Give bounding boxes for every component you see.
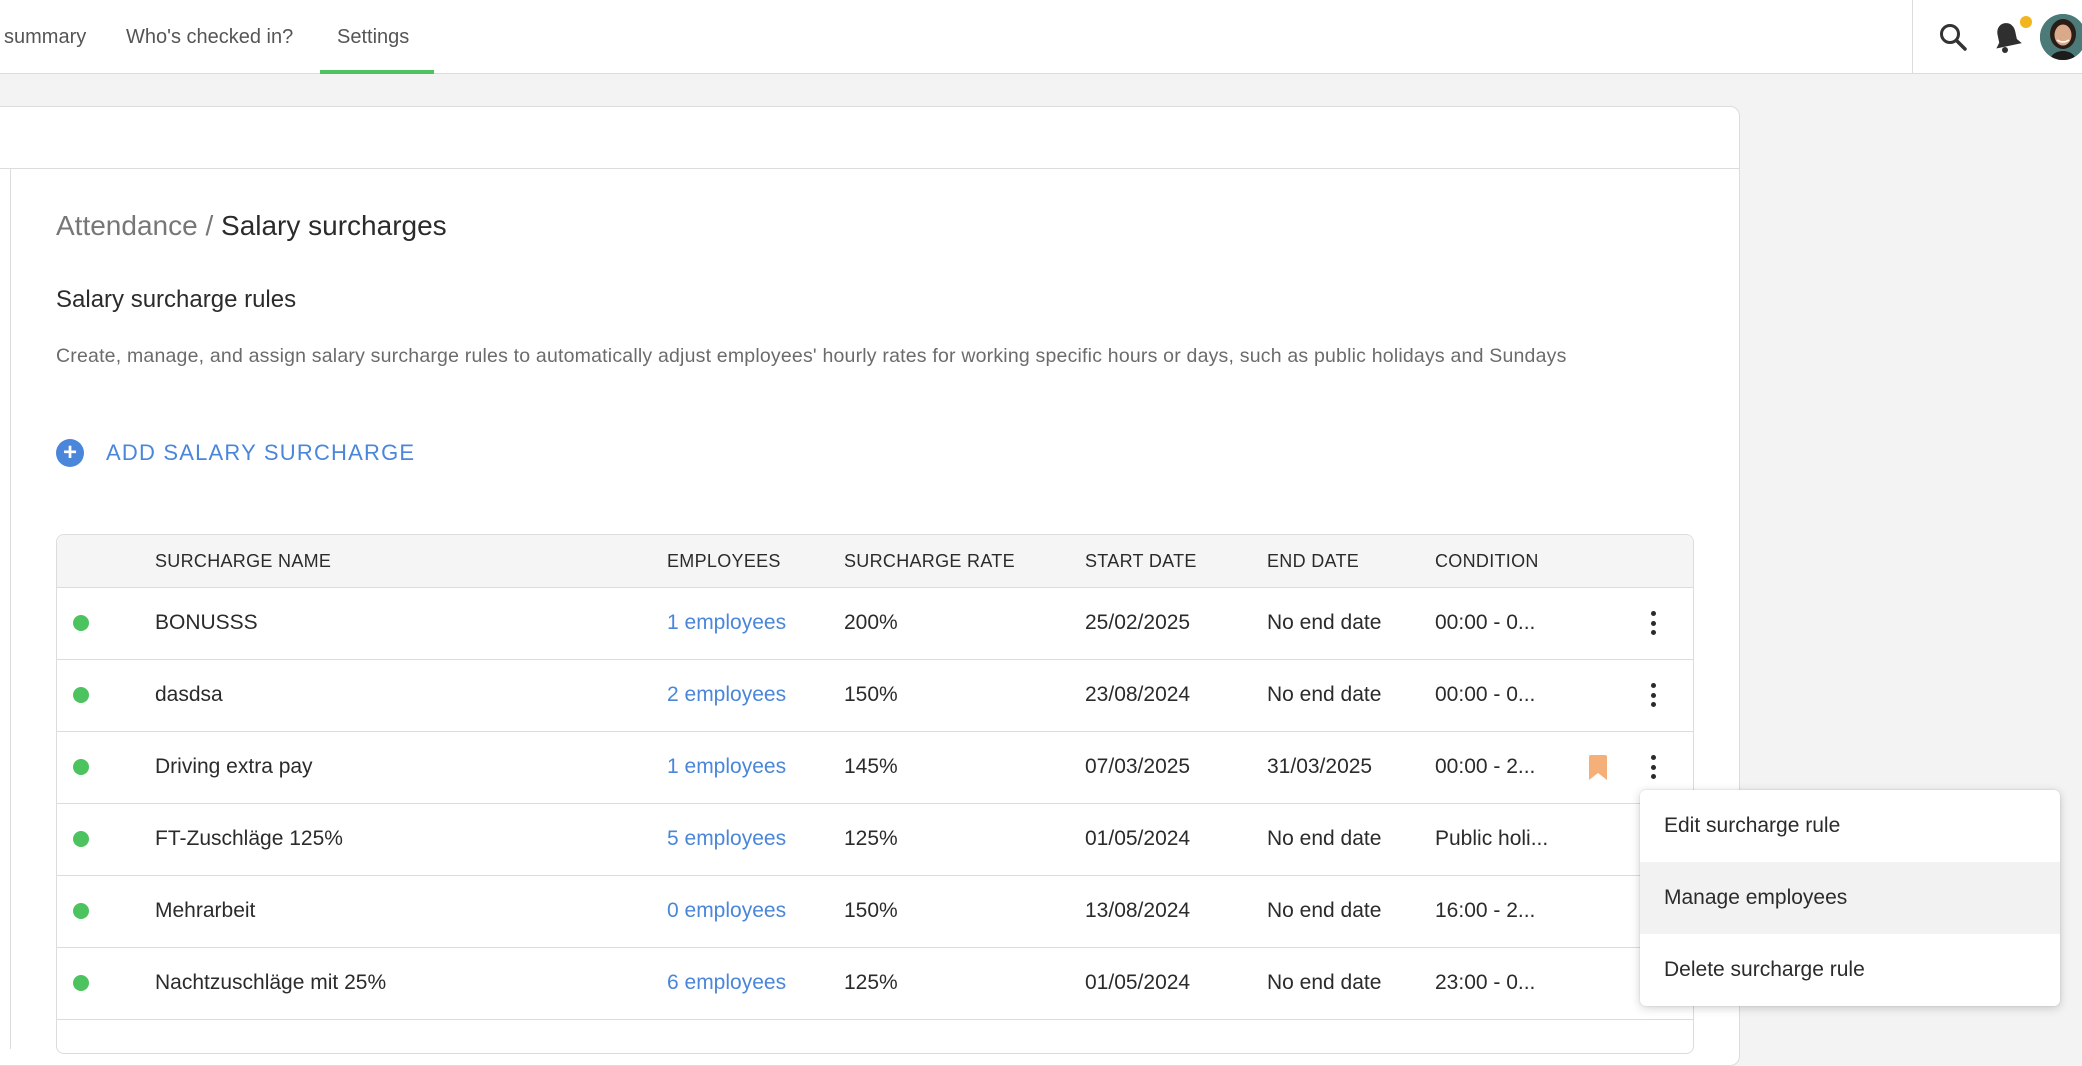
search-icon[interactable] — [1938, 22, 1968, 57]
table-row[interactable]: Driving extra pay 1 employees 145% 07/03… — [57, 731, 1693, 804]
surcharge-name: Mehrarbeit — [155, 899, 256, 922]
employees-link[interactable]: 6 employees — [667, 947, 786, 1019]
end-date: No end date — [1267, 827, 1382, 850]
employees-link[interactable]: 2 employees — [667, 659, 786, 731]
card-header-divider — [0, 168, 1740, 169]
status-active-dot — [73, 903, 89, 919]
surcharge-name: BONUSSS — [155, 611, 258, 634]
surcharge-rate: 150% — [844, 683, 898, 706]
column-header-employees: EMPLOYEES — [667, 551, 781, 571]
surcharge-name: dasdsa — [155, 683, 223, 706]
table-header: SURCHARGE NAME EMPLOYEES SURCHARGE RATE … — [57, 535, 1693, 588]
start-date: 07/03/2025 — [1085, 755, 1191, 778]
end-date: No end date — [1267, 683, 1382, 706]
condition: 00:00 - 0... — [1435, 611, 1536, 634]
surcharge-table: SURCHARGE NAME EMPLOYEES SURCHARGE RATE … — [56, 534, 1694, 1054]
add-salary-surcharge-button[interactable]: + ADD SALARY SURCHARGE — [56, 436, 415, 470]
end-date: No end date — [1267, 899, 1382, 922]
column-header-condition: CONDITION — [1435, 551, 1539, 571]
end-date: No end date — [1267, 971, 1382, 994]
tab-settings[interactable]: Settings — [337, 0, 409, 74]
table-row[interactable]: BONUSSS 1 employees 200% 25/02/2025 No e… — [57, 587, 1693, 660]
start-date: 23/08/2024 — [1085, 683, 1191, 706]
start-date: 13/08/2024 — [1085, 899, 1191, 922]
employees-link[interactable]: 5 employees — [667, 803, 786, 875]
start-date: 01/05/2024 — [1085, 971, 1191, 994]
left-rail-divider — [10, 169, 11, 1049]
breadcrumb: Attendance / Salary surcharges — [56, 210, 447, 242]
column-header-start-date: START DATE — [1085, 551, 1197, 571]
breadcrumb-current: Salary surcharges — [221, 210, 447, 241]
more-options-icon[interactable] — [1643, 681, 1663, 709]
table-row[interactable]: Nachtzuschläge mit 25% 6 employees 125% … — [57, 947, 1693, 1020]
condition: 00:00 - 2... — [1435, 755, 1536, 778]
status-active-dot — [73, 759, 89, 775]
bookmark-icon[interactable] — [1587, 755, 1609, 786]
surcharge-rate: 125% — [844, 827, 898, 850]
condition: Public holi... — [1435, 827, 1549, 850]
plus-circle-icon: + — [56, 439, 84, 467]
section-description: Create, manage, and assign salary surcha… — [56, 345, 1567, 367]
tab-summary[interactable]: summary — [4, 0, 86, 74]
bell-icon[interactable] — [1992, 20, 2022, 59]
notification-badge — [2020, 16, 2032, 28]
status-active-dot — [73, 687, 89, 703]
menu-item-edit-surcharge-rule[interactable]: Edit surcharge rule — [1640, 790, 2060, 862]
surcharge-rate: 145% — [844, 755, 898, 778]
topbar-divider — [1912, 0, 1913, 74]
status-active-dot — [73, 975, 89, 991]
surcharge-name: Nachtzuschläge mit 25% — [155, 971, 387, 994]
tab-whos-checked-in[interactable]: Who's checked in? — [126, 0, 293, 74]
end-date: 31/03/2025 — [1267, 755, 1373, 778]
add-salary-surcharge-label: ADD SALARY SURCHARGE — [106, 440, 416, 465]
surcharge-name: Driving extra pay — [155, 755, 313, 778]
menu-item-delete-surcharge-rule[interactable]: Delete surcharge rule — [1640, 934, 2060, 1006]
end-date: No end date — [1267, 611, 1382, 634]
table-row[interactable]: dasdsa 2 employees 150% 23/08/2024 No en… — [57, 659, 1693, 732]
active-tab-indicator — [320, 70, 434, 74]
row-context-menu: Edit surcharge rule Manage employees Del… — [1640, 790, 2060, 1006]
start-date: 01/05/2024 — [1085, 827, 1191, 850]
column-header-rate: SURCHARGE RATE — [844, 551, 1015, 571]
employees-link[interactable]: 1 employees — [667, 587, 786, 659]
avatar[interactable] — [2040, 14, 2082, 60]
surcharge-name: FT-Zuschläge 125% — [155, 827, 343, 850]
condition: 23:00 - 0... — [1435, 971, 1536, 994]
breadcrumb-parent[interactable]: Attendance / — [56, 210, 213, 241]
more-options-icon[interactable] — [1643, 609, 1663, 637]
condition: 00:00 - 0... — [1435, 683, 1536, 706]
surcharge-rate: 200% — [844, 611, 898, 634]
table-row[interactable]: FT-Zuschläge 125% 5 employees 125% 01/05… — [57, 803, 1693, 876]
column-header-name: SURCHARGE NAME — [155, 551, 332, 571]
column-header-end-date: END DATE — [1267, 551, 1360, 571]
section-title: Salary surcharge rules — [56, 286, 297, 313]
menu-item-manage-employees[interactable]: Manage employees — [1640, 862, 2060, 934]
table-row[interactable]: Mehrarbeit 0 employees 150% 13/08/2024 N… — [57, 875, 1693, 948]
start-date: 25/02/2025 — [1085, 611, 1191, 634]
surcharge-rate: 125% — [844, 971, 898, 994]
top-navigation-bar: summary Who's checked in? Settings — [0, 0, 2082, 74]
employees-link[interactable]: 0 employees — [667, 875, 786, 947]
employees-link[interactable]: 1 employees — [667, 731, 786, 803]
more-options-icon[interactable] — [1643, 753, 1663, 781]
status-active-dot — [73, 615, 89, 631]
surcharge-rate: 150% — [844, 899, 898, 922]
status-active-dot — [73, 831, 89, 847]
condition: 16:00 - 2... — [1435, 899, 1536, 922]
